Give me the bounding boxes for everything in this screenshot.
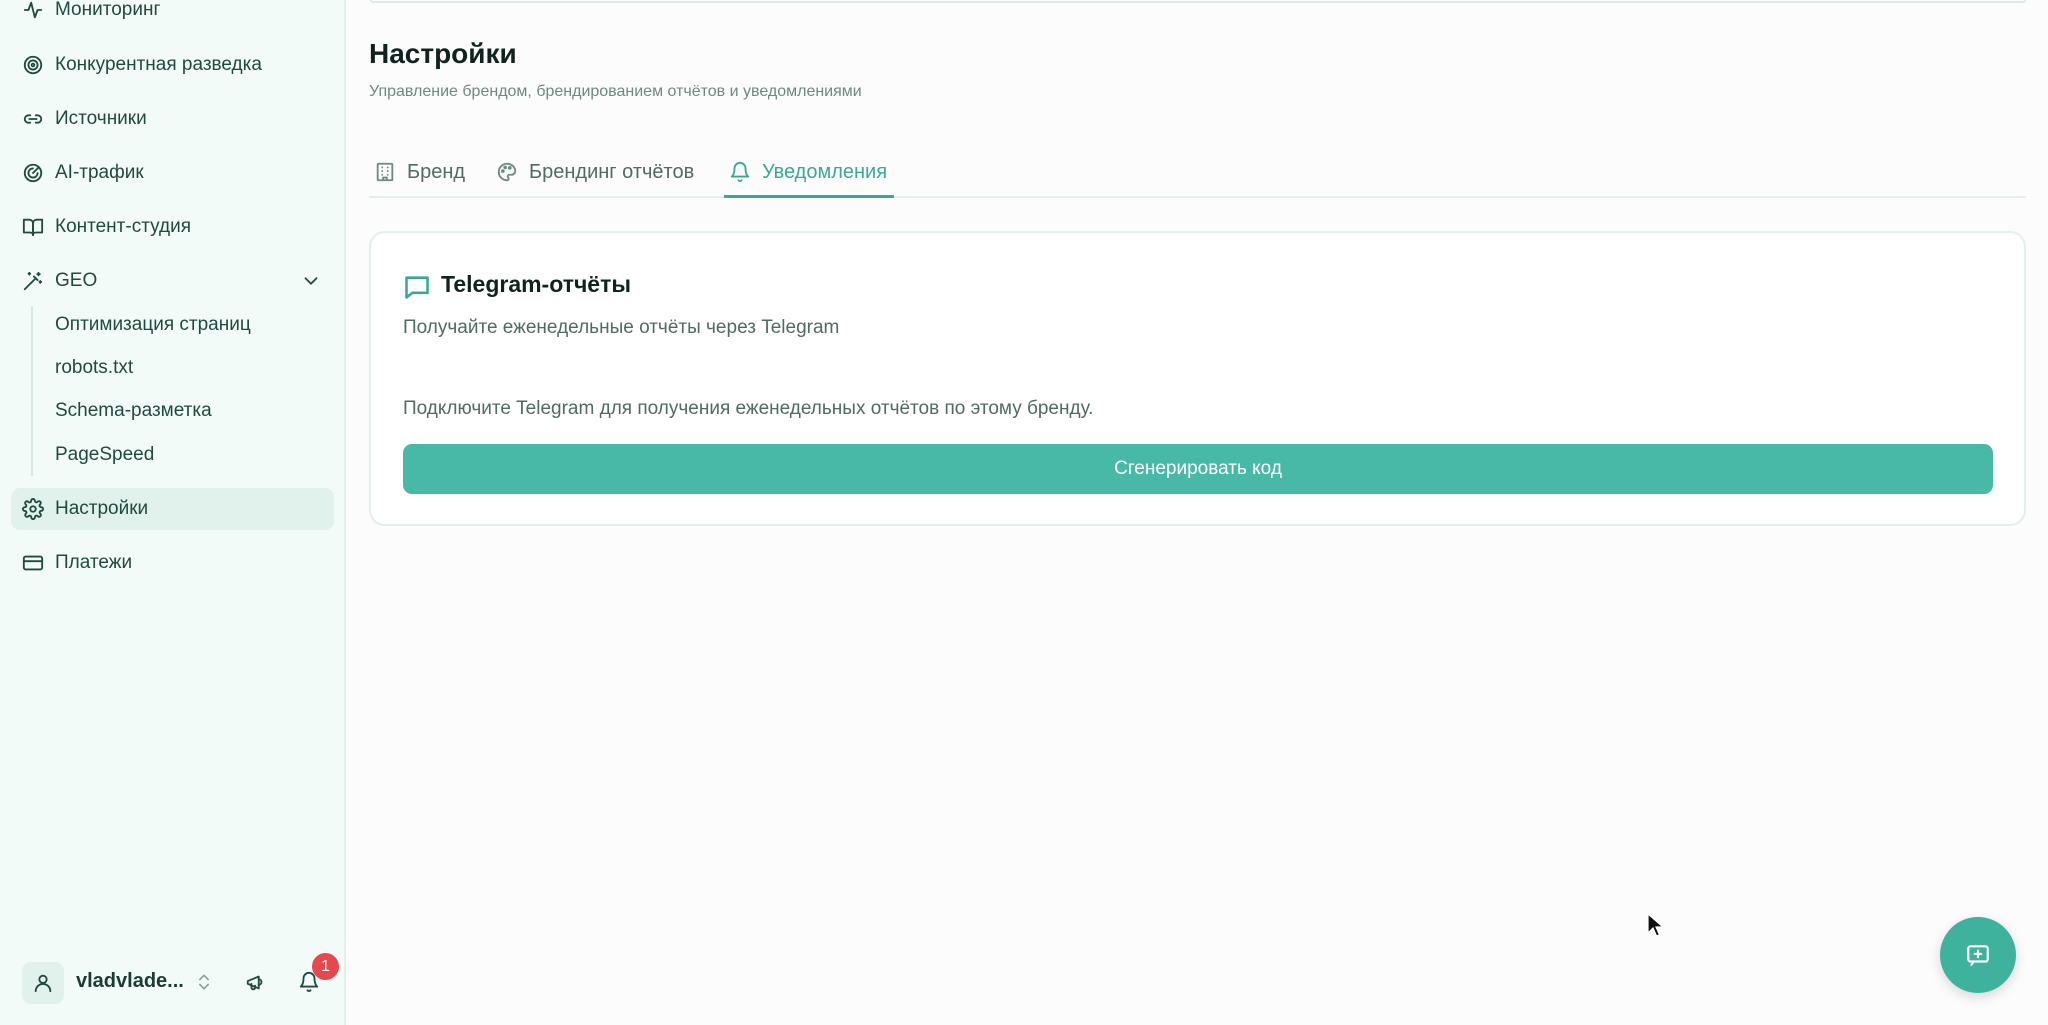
building-icon bbox=[376, 162, 394, 182]
target-icon bbox=[22, 54, 44, 76]
book-open-icon bbox=[22, 216, 44, 238]
magic-wand-icon bbox=[22, 270, 44, 292]
sidebar-item-label: Контент-студия bbox=[55, 216, 191, 237]
bell-icon bbox=[730, 162, 750, 183]
message-plus-icon bbox=[1967, 945, 1989, 966]
user-name[interactable]: vladvlade... bbox=[76, 970, 184, 993]
sidebar-item-label: Источники bbox=[55, 108, 147, 129]
settings-tabs: Бренд Брендинг отчётов Уведомления bbox=[369, 146, 2026, 198]
sidebar-subitem-robots-txt[interactable]: robots.txt bbox=[55, 353, 133, 383]
sidebar-item-geo[interactable]: GEO bbox=[11, 260, 334, 302]
chat-fab-button[interactable] bbox=[1940, 917, 2016, 993]
card-title: Telegram-отчёты bbox=[441, 271, 632, 297]
link-icon bbox=[22, 108, 44, 130]
radar-icon bbox=[22, 162, 44, 184]
tab-label: Брендинг отчётов bbox=[529, 160, 695, 183]
sidebar-item-content-studio[interactable]: Контент-студия bbox=[11, 206, 334, 248]
top-panel-edge bbox=[370, 0, 2026, 3]
tab-label: Уведомления bbox=[762, 160, 888, 183]
telegram-reports-card: Telegram-отчёты Получайте еженедельные о… bbox=[369, 231, 2026, 526]
sidebar-subitem-pagespeed[interactable]: PageSpeed bbox=[55, 440, 154, 470]
sidebar-item-monitoring[interactable]: Мониторинг bbox=[11, 0, 334, 31]
gear-icon bbox=[22, 498, 44, 520]
sidebar-item-label: GEO bbox=[55, 270, 98, 291]
activity-icon bbox=[22, 0, 44, 21]
card-description: Получайте еженедельные отчёты через Tele… bbox=[403, 317, 840, 338]
sidebar-item-payments[interactable]: Платежи bbox=[11, 542, 334, 584]
sidebar-item-label: Настройки bbox=[55, 498, 149, 519]
tab-brand[interactable]: Бренд bbox=[374, 146, 465, 198]
mouse-cursor-icon bbox=[1647, 913, 1665, 937]
credit-card-icon bbox=[22, 552, 44, 574]
sidebar-item-label: Мониторинг bbox=[55, 0, 161, 20]
tab-notifications[interactable]: Уведомления bbox=[729, 146, 887, 198]
message-square-icon bbox=[403, 273, 431, 301]
megaphone-icon[interactable] bbox=[242, 968, 270, 996]
sidebar-subitem-schema[interactable]: Schema-разметка bbox=[55, 396, 212, 426]
tab-label: Бренд bbox=[407, 160, 466, 183]
page-title: Настройки bbox=[369, 38, 517, 69]
chevrons-up-down-icon[interactable] bbox=[190, 968, 218, 996]
sidebar-item-settings[interactable]: Настройки bbox=[11, 488, 334, 530]
active-tab-indicator bbox=[724, 195, 894, 198]
sidebar-item-sources[interactable]: Источники bbox=[11, 98, 334, 140]
page-subtitle: Управление брендом, брендированием отчёт… bbox=[369, 83, 862, 100]
sidebar: Мониторинг Конкурентная разведка Источни… bbox=[0, 0, 346, 1025]
sidebar-item-ai-traffic[interactable]: AI-трафик bbox=[11, 152, 334, 194]
avatar[interactable] bbox=[22, 962, 64, 1004]
user-icon bbox=[34, 974, 52, 993]
palette-icon bbox=[497, 162, 517, 182]
tab-report-branding[interactable]: Брендинг отчётов bbox=[496, 146, 694, 198]
card-instructions: Подключите Telegram для получения еженед… bbox=[403, 398, 1094, 419]
generate-code-button[interactable]: Сгенерировать код bbox=[403, 444, 1993, 494]
sidebar-item-competitive-intel[interactable]: Конкурентная разведка bbox=[11, 44, 334, 86]
sidebar-item-label: AI-трафик bbox=[55, 162, 144, 183]
submenu-divider bbox=[31, 306, 33, 476]
chevron-down-icon[interactable] bbox=[300, 270, 322, 292]
sidebar-item-label: Платежи bbox=[55, 552, 133, 573]
sidebar-subitem-page-optimization[interactable]: Оптимизация страниц bbox=[55, 310, 251, 340]
notification-badge: 1 bbox=[312, 953, 339, 980]
sidebar-item-label: Конкурентная разведка bbox=[55, 54, 262, 75]
